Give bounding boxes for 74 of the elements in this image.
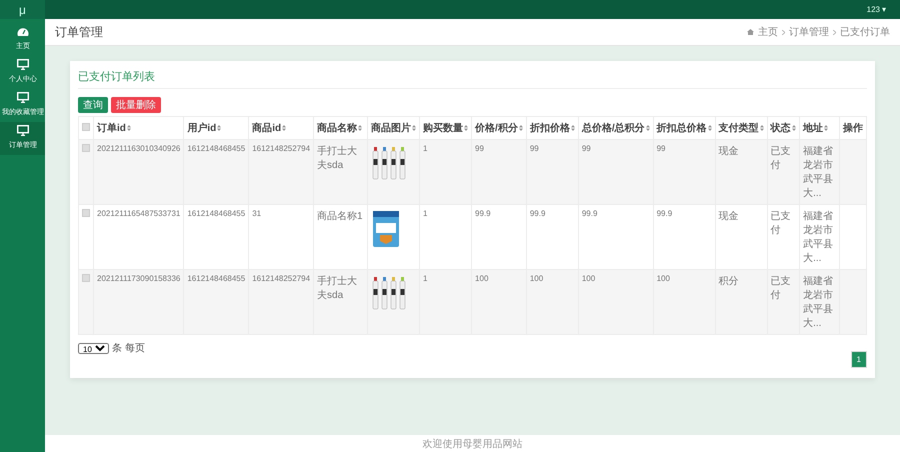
sort-icon[interactable] <box>792 125 796 132</box>
checkbox[interactable] <box>82 122 90 130</box>
monitor-icon <box>16 125 28 136</box>
table-cell: 99 <box>653 140 716 204</box>
column-header[interactable]: 用户id <box>184 116 249 140</box>
delete-button[interactable]: 批量删除 <box>111 97 161 113</box>
table-cell: 已支付 <box>767 270 800 334</box>
sort-icon[interactable] <box>217 125 222 132</box>
table-cell: 99 <box>578 140 654 204</box>
sort-icon[interactable] <box>760 125 764 132</box>
table-cell: 100 <box>578 270 654 334</box>
breadcrumb-link[interactable]: 已支付订单 <box>840 25 890 39</box>
sort-icon[interactable] <box>518 125 523 132</box>
monitor-icon <box>16 92 28 103</box>
table-cell: 积分 <box>715 270 768 334</box>
page-size-select[interactable]: 10 <box>78 342 109 354</box>
table-cell: 1 <box>420 270 472 334</box>
chevron-icon <box>782 30 785 34</box>
sort-icon[interactable] <box>646 125 650 132</box>
column-header[interactable]: 商品id <box>248 116 314 140</box>
sort-icon[interactable] <box>358 125 362 132</box>
column-header[interactable]: 购买数量 <box>420 116 472 140</box>
chevron-icon <box>833 30 836 34</box>
table-cell: 1 <box>420 140 472 204</box>
table-cell: 99 <box>526 140 578 204</box>
sort-icon[interactable] <box>570 125 575 132</box>
table-cell: 手打士大夫sda <box>314 140 368 204</box>
table-cell: 100 <box>653 270 716 334</box>
table-cell: 1612148468455 <box>184 270 249 334</box>
breadcrumb-link[interactable]: 主页 <box>758 25 778 39</box>
column-header[interactable]: 商品名称 <box>314 116 368 140</box>
column-header[interactable]: 商品图片 <box>368 116 420 140</box>
sort-icon[interactable] <box>412 125 416 132</box>
table-cell: 手打士大夫sda <box>314 270 368 334</box>
footer-text: 欢迎使用母婴用品网站 <box>422 438 522 450</box>
column-header[interactable]: 价格/积分 <box>472 116 526 140</box>
table-cell: 现金 <box>715 140 768 204</box>
table-cell: 福建省龙岩市武平县大... <box>800 140 840 204</box>
sort-icon[interactable] <box>824 125 828 132</box>
table-cell: 福建省龙岩市武平县大... <box>800 270 840 334</box>
table-cell: 已支付 <box>767 140 800 204</box>
caret-icon: ▾ <box>882 5 886 14</box>
table-cell: 2021211173090158336 <box>94 270 184 334</box>
sort-icon[interactable] <box>464 125 468 132</box>
sort-icon[interactable] <box>126 125 131 132</box>
column-header[interactable]: 折扣价格 <box>526 116 578 140</box>
checkbox[interactable] <box>82 209 90 217</box>
checkbox[interactable] <box>82 274 90 282</box>
query-button[interactable]: 查询 <box>78 97 108 113</box>
checkbox[interactable] <box>82 144 90 152</box>
table-cell: 100 <box>526 270 578 334</box>
table-cell: 2021211163010340926 <box>94 140 184 204</box>
sort-icon[interactable] <box>708 125 712 132</box>
breadcrumb-link[interactable]: 订单管理 <box>789 25 829 39</box>
sort-icon[interactable] <box>282 125 286 132</box>
table-cell: 100 <box>472 270 526 334</box>
column-header[interactable]: 订单id <box>94 116 184 140</box>
table-cell: 1612148468455 <box>184 140 249 204</box>
page-size-label: 条 每页 <box>112 342 145 355</box>
table-cell: 1612148252794 <box>248 270 314 334</box>
monitor-icon <box>16 59 28 70</box>
column-header[interactable]: 折扣总价格 <box>653 116 716 140</box>
can-drawing <box>371 209 402 249</box>
table-cell: 99 <box>472 140 526 204</box>
user-menu[interactable]: 123 <box>866 5 880 14</box>
card-title: 已支付订单列表 <box>78 69 867 89</box>
page-title: 订单管理 <box>55 24 103 40</box>
page-button[interactable]: 1 <box>850 351 867 368</box>
logo: μ <box>0 0 45 19</box>
dashboard-icon <box>16 26 28 37</box>
column-header[interactable]: 总价格/总积分 <box>578 116 654 140</box>
table-cell: 1612148252794 <box>248 140 314 204</box>
home-icon <box>747 29 754 35</box>
column-header[interactable]: 支付类型 <box>715 116 768 140</box>
